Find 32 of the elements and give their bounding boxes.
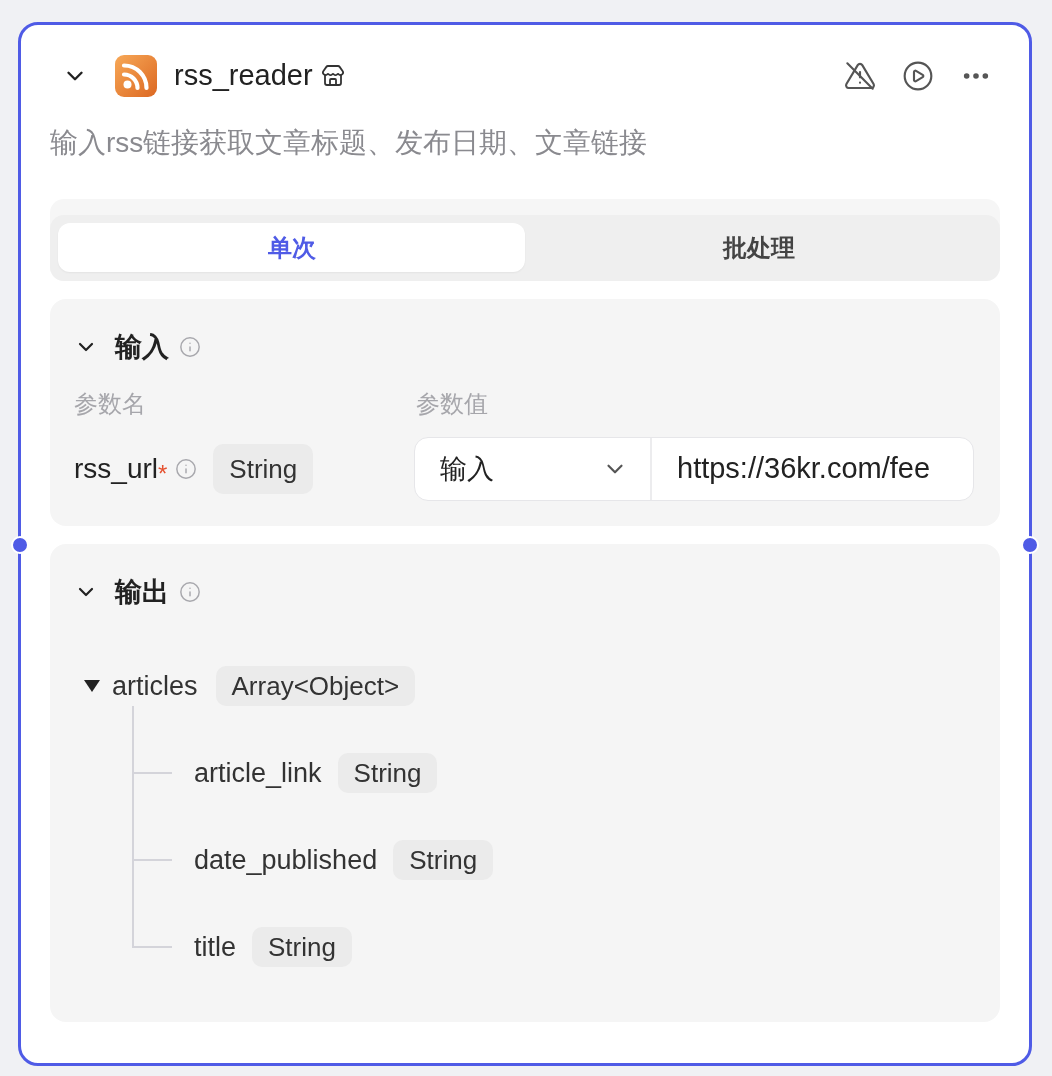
column-header: 参数值 — [416, 389, 488, 419]
type-tag: String — [337, 753, 438, 793]
section-title: 输入 — [115, 330, 169, 364]
warning-slash-icon[interactable] — [844, 60, 876, 92]
mode-tab[interactable]: 单次 — [58, 223, 525, 272]
url-input[interactable]: https://36kr.com/fee — [652, 438, 973, 500]
connection-port-icon[interactable] — [1021, 536, 1039, 554]
store-icon — [320, 64, 345, 88]
required-asterisk: * — [158, 460, 168, 489]
field-name: article_link — [194, 756, 322, 790]
connection-port-icon[interactable] — [11, 536, 29, 554]
info-icon — [179, 336, 201, 358]
info-icon — [175, 458, 198, 480]
column-header: 参数名 — [74, 389, 147, 419]
mode-tab[interactable]: 批处理 — [525, 223, 992, 272]
type-tag: String — [252, 927, 352, 967]
type-tag: Array<Object> — [215, 666, 416, 706]
info-icon — [179, 581, 201, 603]
param-name: rss_url — [74, 452, 158, 486]
node-description: 输入rss链接获取文章标题、发布日期、文章链接 — [50, 126, 649, 160]
node-title: rss_reader — [174, 58, 313, 94]
field-name: title — [194, 930, 237, 964]
rss-feed-icon — [115, 55, 157, 97]
field-name: date_published — [194, 843, 378, 877]
caret-down-icon[interactable] — [84, 680, 100, 692]
field-name: articles — [112, 669, 198, 703]
tree-connector-line — [132, 880, 172, 948]
section-title: 输出 — [115, 575, 169, 609]
source-select[interactable]: 输入 — [415, 438, 652, 500]
play-icon[interactable] — [902, 60, 934, 92]
type-tag: String — [213, 444, 314, 494]
type-tag: String — [393, 840, 494, 880]
